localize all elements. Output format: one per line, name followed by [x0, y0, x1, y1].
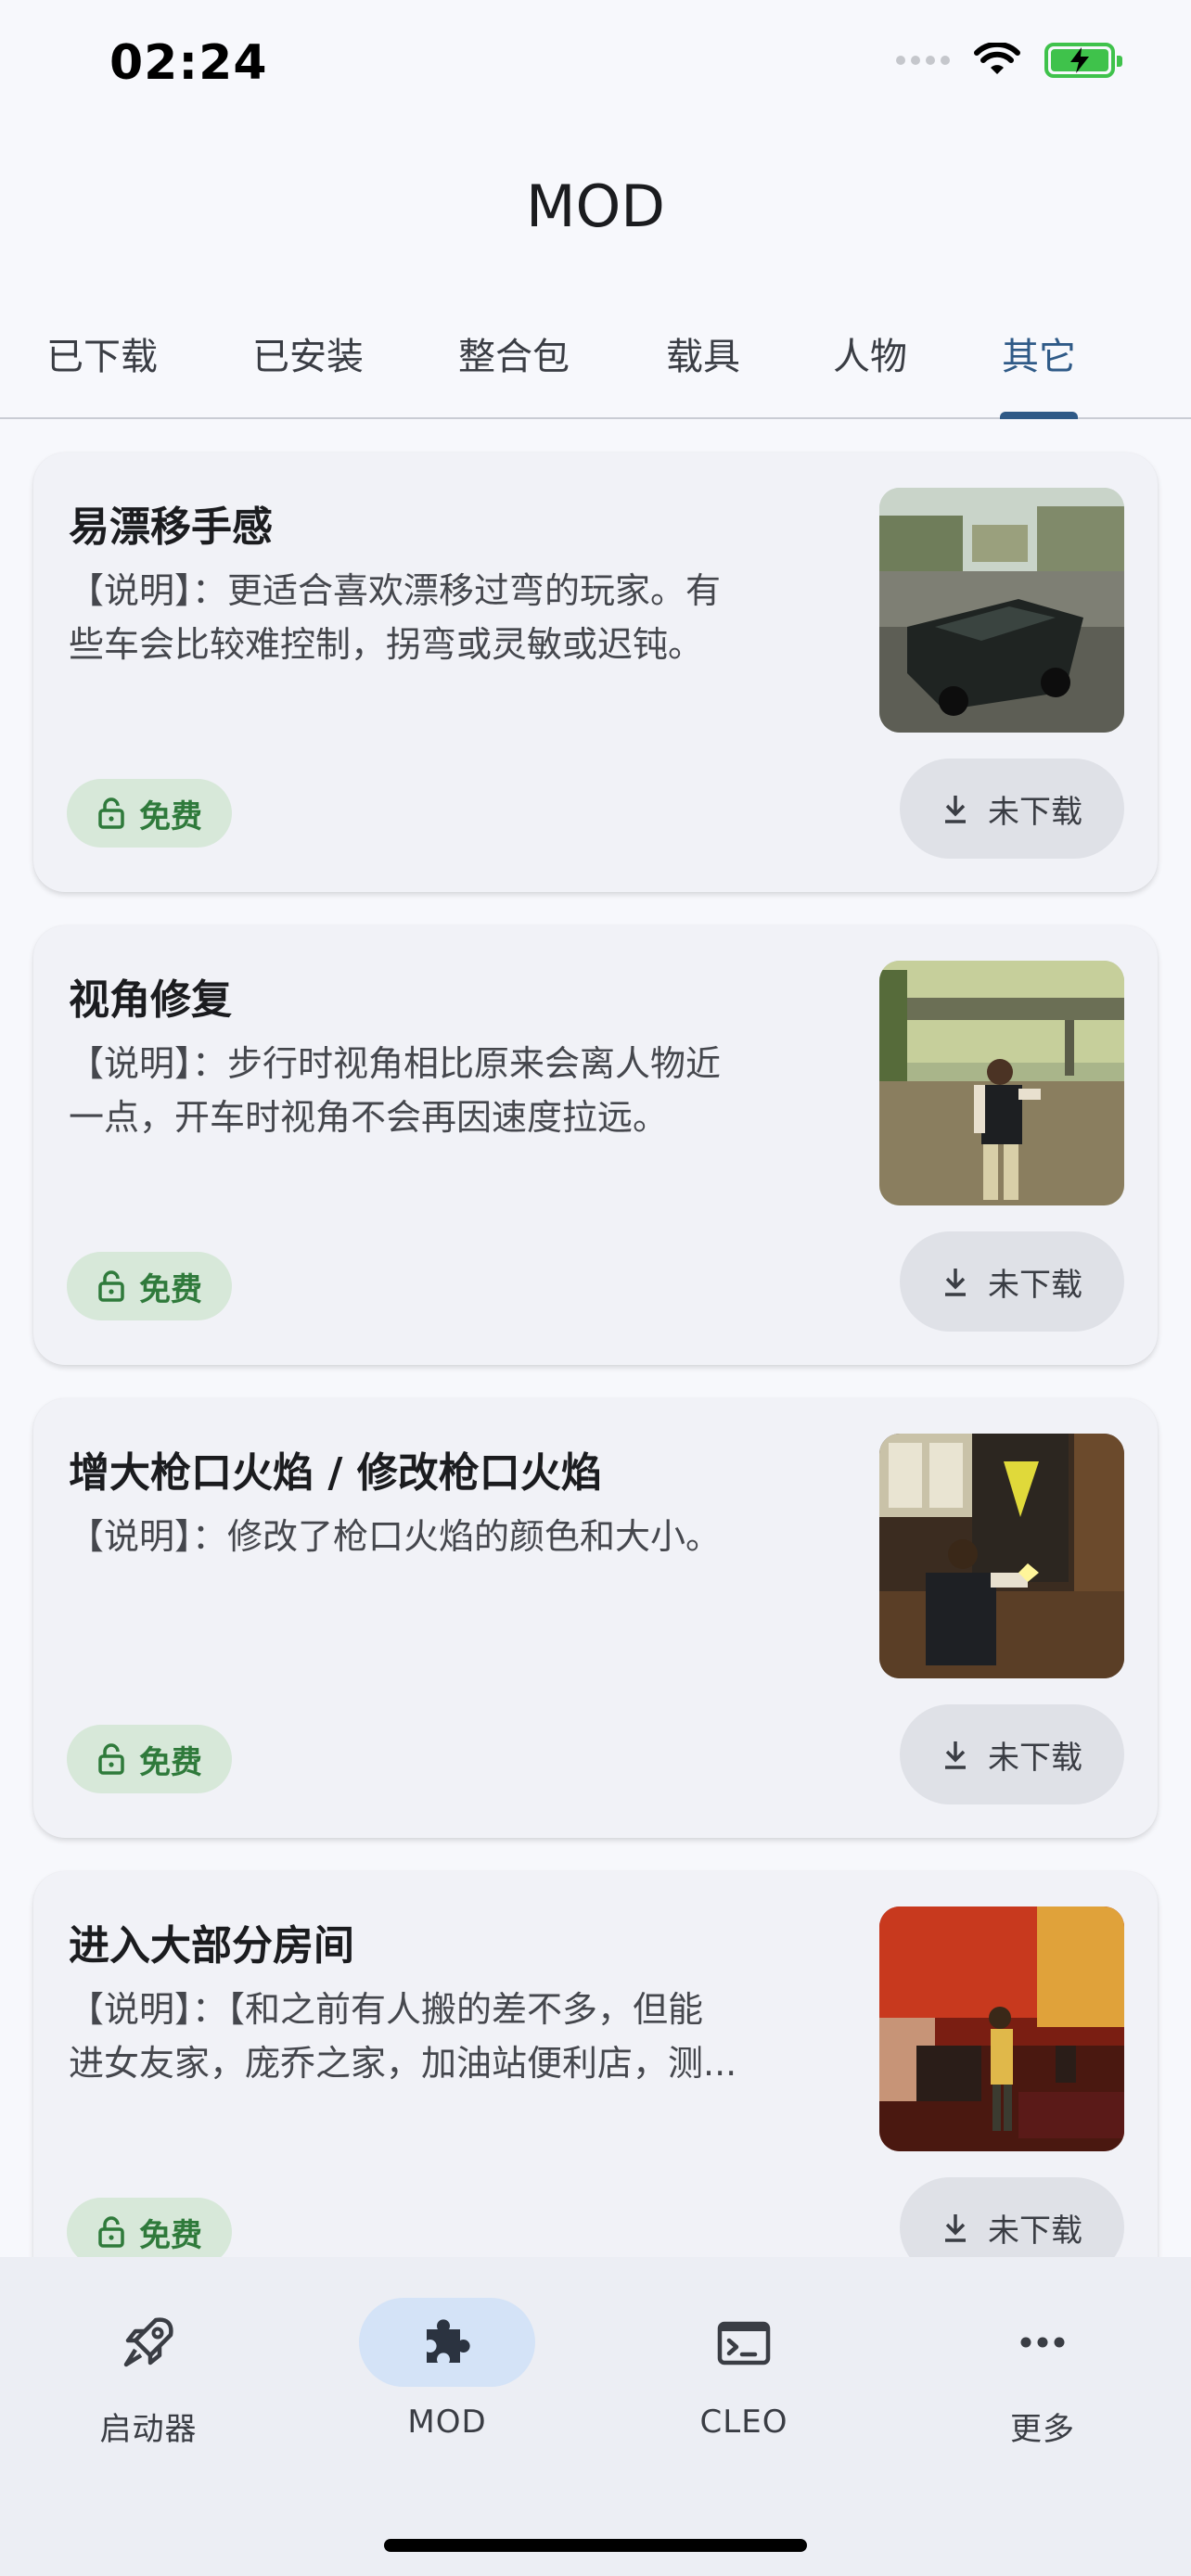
category-tabs: 已下载 已安装 整合包 载具 人物 其它	[0, 306, 1191, 419]
mod-description-line: 进女友家，庞乔之家，加油站便利店，测...	[69, 2043, 737, 2084]
download-label: 未下载	[988, 1739, 1082, 1777]
mod-title: 进入大部分房间	[69, 1922, 354, 1970]
download-icon	[945, 1269, 966, 1296]
lock-open-icon	[98, 797, 124, 829]
nav-item-cleo[interactable]: CLEO	[651, 2298, 837, 2441]
mod-description-line: 【说明】：【和之前有人搬的差不多，但能	[69, 1989, 704, 2030]
nav-item-more[interactable]: 更多	[950, 2298, 1135, 2448]
free-label: 免费	[139, 797, 202, 835]
tab-characters[interactable]: 人物	[833, 326, 907, 380]
mod-description: 【说明】：更适合喜欢漂移过弯的玩家。有 些车会比较难控制，拐弯或灵敏或迟钝。	[69, 564, 857, 671]
tab-vehicles[interactable]: 载具	[666, 326, 740, 380]
nav-label: CLEO	[699, 2404, 788, 2441]
mod-description: 【说明】：【和之前有人搬的差不多，但能 进女友家，庞乔之家，加油站便利店，测..…	[69, 1983, 857, 2090]
free-badge: 免费	[67, 779, 232, 848]
puzzle-icon	[427, 2319, 470, 2363]
page-title: MOD	[525, 172, 666, 240]
tab-modpacks[interactable]: 整合包	[458, 326, 570, 380]
status-bar: 02:24	[0, 0, 1191, 130]
nav-label: 更多	[1010, 2411, 1075, 2448]
tab-downloaded[interactable]: 已下载	[46, 326, 158, 380]
mod-card[interactable]: 增大枪口火焰 / 修改枪口火焰 【说明】：修改了枪口火焰的颜色和大小。 免费 未…	[33, 1398, 1158, 1838]
status-icons	[896, 43, 1122, 78]
car-scene-image	[879, 488, 1124, 733]
screen: 02:24 MOD 已下载 已安装 整合包 载具 人物 其它 易漂移手感 【说明…	[0, 0, 1191, 2576]
mod-card[interactable]: 视角修复 【说明】：步行时视角相比原来会离人物近 一点，开车时视角不会再因速度拉…	[33, 925, 1158, 1365]
red-room-image	[879, 1906, 1124, 2151]
free-badge: 免费	[67, 2198, 232, 2257]
download-button[interactable]: 未下载	[900, 1704, 1124, 1804]
street-scene-image	[879, 961, 1124, 1205]
more-dots-icon	[1020, 2337, 1065, 2348]
mod-description-line: 一点，开车时视角不会再因速度拉远。	[69, 1097, 669, 1138]
home-indicator[interactable]	[384, 2539, 807, 2552]
mod-list[interactable]: 易漂移手感 【说明】：更适合喜欢漂移过弯的玩家。有 些车会比较难控制，拐弯或灵敏…	[0, 419, 1191, 2257]
free-label: 免费	[139, 2216, 202, 2254]
download-label: 未下载	[988, 1266, 1082, 1304]
battery-icon	[1044, 43, 1122, 78]
free-label: 免费	[139, 1270, 202, 1308]
download-icon	[945, 2214, 966, 2242]
mod-description: 【说明】：步行时视角相比原来会离人物近 一点，开车时视角不会再因速度拉远。	[69, 1037, 857, 1144]
download-label: 未下载	[988, 793, 1082, 831]
download-label: 未下载	[988, 2212, 1082, 2250]
mod-description: 【说明】：修改了枪口火焰的颜色和大小。	[69, 1510, 857, 1563]
download-icon	[945, 796, 966, 823]
free-label: 免费	[139, 1743, 202, 1781]
mod-title: 增大枪口火焰 / 修改枪口火焰	[69, 1449, 602, 1497]
free-badge: 免费	[67, 1725, 232, 1793]
nav-label: MOD	[407, 2404, 487, 2441]
terminal-icon	[717, 2321, 771, 2366]
indoor-shooting-image	[879, 1434, 1124, 1678]
bottom-navigation: 启动器 MOD CLEO 更多	[0, 2257, 1191, 2576]
download-button[interactable]: 未下载	[900, 1231, 1124, 1332]
status-time: 02:24	[109, 35, 268, 91]
mod-description-line: 【说明】：修改了枪口火焰的颜色和大小。	[69, 1516, 722, 1557]
wifi-icon	[974, 43, 1020, 74]
download-icon	[945, 1741, 966, 1769]
nav-item-launcher[interactable]: 启动器	[56, 2298, 241, 2448]
active-tab-indicator	[1000, 412, 1078, 419]
tab-others[interactable]: 其它	[1002, 326, 1076, 380]
lock-open-icon	[98, 2216, 124, 2248]
tab-installed[interactable]: 已安装	[252, 326, 364, 380]
mod-description-line: 些车会比较难控制，拐弯或灵敏或迟钝。	[69, 624, 704, 665]
rocket-icon	[123, 2317, 173, 2367]
download-button[interactable]: 未下载	[900, 759, 1124, 859]
lock-open-icon	[98, 1270, 124, 1302]
mod-card[interactable]: 进入大部分房间 【说明】：【和之前有人搬的差不多，但能 进女友家，庞乔之家，加油…	[33, 1871, 1158, 2257]
mod-title: 视角修复	[69, 976, 232, 1024]
mod-description-line: 【说明】：更适合喜欢漂移过弯的玩家。有	[69, 570, 722, 611]
nav-item-mod[interactable]: MOD	[354, 2298, 540, 2441]
download-button[interactable]: 未下载	[900, 2177, 1124, 2257]
mod-description-line: 【说明】：步行时视角相比原来会离人物近	[69, 1043, 722, 1084]
mod-card[interactable]: 易漂移手感 【说明】：更适合喜欢漂移过弯的玩家。有 些车会比较难控制，拐弯或灵敏…	[33, 453, 1158, 892]
lock-open-icon	[98, 1743, 124, 1775]
mod-title: 易漂移手感	[69, 504, 273, 551]
cellular-signal-icon	[896, 56, 950, 65]
free-badge: 免费	[67, 1252, 232, 1320]
nav-label: 启动器	[99, 2411, 198, 2448]
